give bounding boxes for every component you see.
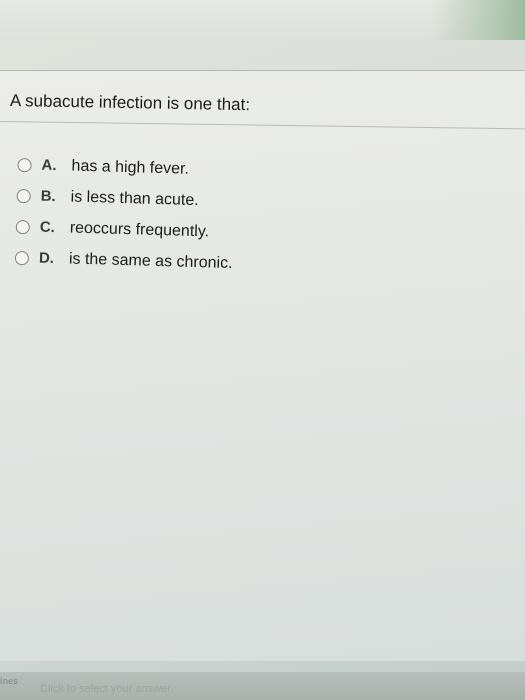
choice-c-letter: C. — [39, 218, 56, 237]
radio-a[interactable] — [17, 157, 32, 172]
choice-a-letter: A. — [41, 156, 57, 175]
choice-b-letter: B. — [40, 187, 56, 206]
footer-strip: ines Click to select your answer. — [0, 672, 525, 700]
top-band — [0, 0, 525, 40]
radio-d[interactable] — [14, 250, 30, 265]
divider — [0, 121, 525, 130]
choice-d-letter: D. — [38, 249, 55, 268]
choice-d-text: is the same as chronic. — [68, 249, 233, 272]
top-band-accent — [430, 0, 525, 40]
answer-choices: A. has a high fever. B. is less than acu… — [14, 149, 236, 279]
question-prompt: A subacute infection is one that: — [9, 91, 251, 115]
footer-cut-text: ines — [0, 676, 19, 686]
choice-a-text: has a high fever. — [71, 157, 190, 178]
radio-c[interactable] — [15, 219, 31, 234]
choice-d[interactable]: D. is the same as chronic. — [14, 242, 233, 279]
choice-b-text: is less than acute. — [70, 187, 199, 209]
question-panel: A subacute infection is one that: A. has… — [0, 70, 525, 661]
choice-c-text: reoccurs frequently. — [69, 218, 210, 240]
footer-hint: Click to select your answer. — [40, 683, 174, 695]
radio-b[interactable] — [16, 188, 31, 203]
